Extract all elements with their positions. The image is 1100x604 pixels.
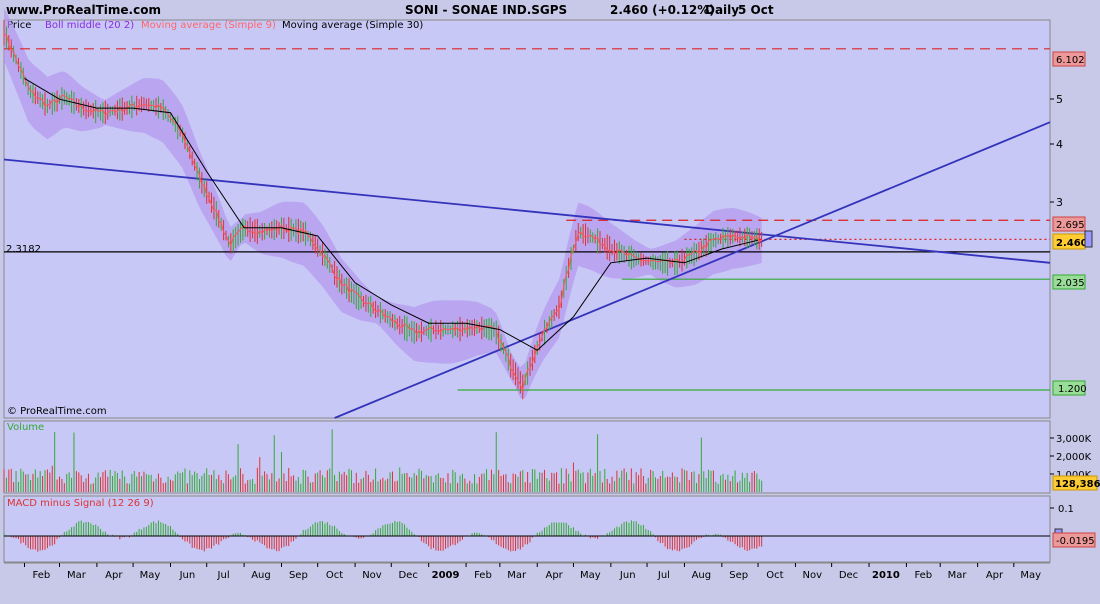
x-label-14: Apr: [545, 570, 563, 581]
x-label-19: Sep: [729, 570, 748, 581]
x-label-7: Sep: [289, 570, 308, 581]
x-label-6: Aug: [251, 570, 271, 581]
x-label-10: Dec: [398, 570, 417, 581]
x-label-21: Nov: [803, 570, 823, 581]
chart-stage: www.ProRealTime.com SONI - SONAE IND.SGP…: [0, 0, 1100, 600]
legend-ma9: Moving average (Simple 9): [141, 20, 276, 31]
price-tick-5: 5: [1056, 93, 1063, 106]
x-label-3: May: [140, 570, 161, 581]
ref-level-label: 2.3182: [6, 244, 41, 255]
x-label-4: Jun: [179, 570, 196, 581]
price-tick-4: 4: [1056, 138, 1063, 151]
x-label-8: Oct: [326, 570, 343, 581]
x-label-23: 2010: [872, 570, 900, 581]
macd-axis: 0.1 -0.0195: [1050, 504, 1096, 548]
vol-tick-2000: 2,000K: [1056, 452, 1092, 463]
instrument-title: SONI - SONAE IND.SGPS: [405, 3, 567, 17]
volume-label: Volume: [7, 422, 44, 433]
last-price-label: 2.460: [1056, 238, 1088, 249]
x-label-15: May: [580, 570, 601, 581]
macd-tick-01: 0.1: [1058, 504, 1074, 515]
x-label-13: Mar: [507, 570, 527, 581]
x-label-22: Dec: [839, 570, 858, 581]
x-label-18: Aug: [692, 570, 712, 581]
legend-ma30: Moving average (Simple 30): [282, 20, 423, 31]
quote-value: 2.460 (+0.12%): [610, 3, 715, 17]
x-label-0: Feb: [33, 570, 51, 581]
x-label-2: Apr: [105, 570, 123, 581]
x-label-25: Mar: [948, 570, 968, 581]
volume-axis: 3,000K 2,000K 1,000K 128,386: [1050, 434, 1100, 491]
x-label-16: Jun: [619, 570, 636, 581]
legend-boll: Boll middle (20 2): [45, 20, 134, 31]
vol-last-value: 128,386: [1055, 479, 1100, 490]
label-2695: 2.695: [1056, 220, 1085, 231]
site-title: www.ProRealTime.com: [6, 3, 161, 17]
x-label-17: Jul: [657, 570, 670, 581]
period-label: Daily: [705, 3, 739, 17]
x-axis: Feb Mar Apr May Jun Jul Aug Sep Oct Nov Dec 2009 Feb…: [24, 563, 1041, 581]
label-2035: 2.035: [1056, 278, 1085, 289]
x-label-9: Nov: [362, 570, 382, 581]
stock-chart: www.ProRealTime.com SONI - SONAE IND.SGP…: [0, 0, 1100, 581]
x-label-1: Mar: [67, 570, 87, 581]
price-tick-3: 3: [1056, 196, 1063, 209]
x-label-5: Jul: [217, 570, 230, 581]
x-label-20: Oct: [766, 570, 783, 581]
macd-label: MACD minus Signal (12 26 9): [7, 498, 154, 509]
x-label-26: Apr: [986, 570, 1004, 581]
x-label-11: 2009: [432, 570, 460, 581]
vol-tick-3000: 3,000K: [1056, 434, 1092, 445]
x-label-12: Feb: [474, 570, 492, 581]
price-axis: 5 4 3 6.102 2.695 2.460 2.035 1.200: [1050, 51, 1093, 396]
x-label-24: Feb: [914, 570, 932, 581]
date-label: 5 Oct: [738, 3, 774, 17]
label-6102: 6.102: [1056, 55, 1085, 66]
x-label-27: May: [1020, 570, 1041, 581]
label-1200: 1.200: [1058, 384, 1087, 395]
macd-last-value: -0.0195: [1056, 536, 1095, 547]
scroll-handle[interactable]: [1084, 230, 1093, 248]
copyright-label: © ProRealTime.com: [7, 406, 107, 417]
